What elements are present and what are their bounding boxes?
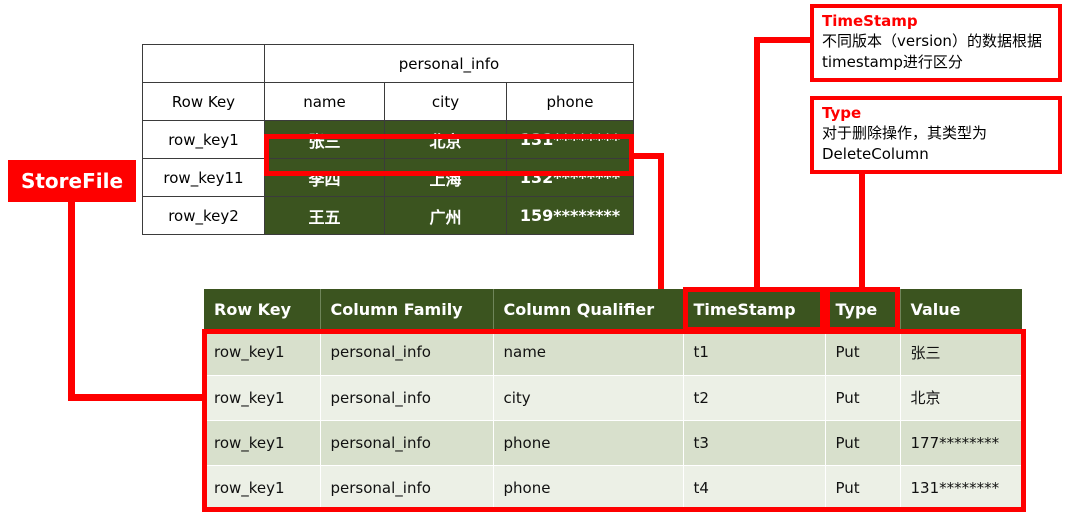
th-column-family: Column Family [320, 289, 494, 330]
table-row: row_key1 personal_info phone t4 Put 131*… [204, 465, 1022, 511]
cell-phone: 159******** [506, 196, 634, 235]
cell-city: 广州 [384, 196, 507, 235]
td-type: Put [825, 420, 901, 466]
td-value: 北京 [900, 375, 1022, 421]
td-column-qualifier: phone [493, 420, 684, 466]
td-row-key: row_key1 [204, 375, 321, 421]
th-row-key: Row Key [204, 289, 321, 330]
callout-type-title: Type [822, 104, 862, 122]
header-row-key: Row Key [142, 82, 265, 121]
td-type: Put [825, 330, 901, 376]
td-timestamp: t4 [683, 465, 826, 511]
callout-type-body: 对于删除操作，其类型为 DeleteColumn [822, 124, 988, 163]
td-column-family: personal_info [320, 330, 494, 376]
td-column-family: personal_info [320, 375, 494, 421]
column-family-header: personal_info [264, 44, 634, 83]
td-timestamp: t3 [683, 420, 826, 466]
th-type: Type [825, 289, 901, 330]
td-row-key: row_key1 [204, 330, 321, 376]
storefile-label: StoreFile [8, 160, 136, 202]
td-column-qualifier: phone [493, 465, 684, 511]
diagram-canvas: personal_info Row Key name city phone ro… [0, 0, 1070, 519]
td-type: Put [825, 465, 901, 511]
cell-city: 上海 [384, 158, 507, 197]
cell-city: 北京 [384, 120, 507, 159]
timestamp-connector-vertical [754, 37, 760, 293]
type-connector-vertical [859, 172, 865, 293]
th-timestamp: TimeStamp [683, 289, 826, 330]
header-name: name [264, 82, 385, 121]
callout-timestamp-body: 不同版本（version）的数据根据timestamp进行区分 [822, 32, 1042, 71]
storefile-connector-vertical [68, 202, 75, 401]
td-value: 177******** [900, 420, 1022, 466]
callout-timestamp: TimeStamp 不同版本（version）的数据根据timestamp进行区… [810, 4, 1062, 82]
td-row-key: row_key1 [204, 465, 321, 511]
table-row: row_key1 personal_info name t1 Put 张三 [204, 330, 1022, 376]
td-column-qualifier: name [493, 330, 684, 376]
storefile-table: Row Key Column Family Column Qualifier T… [204, 289, 1022, 511]
td-timestamp: t2 [683, 375, 826, 421]
cell-name: 王五 [264, 196, 385, 235]
td-value: 张三 [900, 330, 1022, 376]
header-phone: phone [506, 82, 634, 121]
th-column-qualifier: Column Qualifier [493, 289, 684, 330]
table-row: Row Key name city phone [142, 82, 634, 121]
th-value: Value [900, 289, 1022, 330]
row-link-connector-vertical [658, 153, 664, 293]
cell-row-key: row_key11 [142, 158, 265, 197]
cell-phone: 131******** [506, 120, 634, 159]
callout-type: Type 对于删除操作，其类型为 DeleteColumn [810, 96, 1062, 174]
table-row: personal_info [142, 44, 634, 83]
td-column-family: personal_info [320, 465, 494, 511]
td-row-key: row_key1 [204, 420, 321, 466]
cell-row-key: row_key1 [142, 120, 265, 159]
td-type: Put [825, 375, 901, 421]
table-row: row_key1 personal_info phone t3 Put 177*… [204, 420, 1022, 466]
table-row: row_key2 王五 广州 159******** [142, 196, 634, 235]
table-row: row_key11 李四 上海 132******** [142, 158, 634, 197]
table-row: row_key1 张三 北京 131******** [142, 120, 634, 159]
td-column-qualifier: city [493, 375, 684, 421]
timestamp-connector-horizontal [754, 37, 812, 43]
td-value: 131******** [900, 465, 1022, 511]
table-header-row: Row Key Column Family Column Qualifier T… [204, 289, 1022, 330]
td-timestamp: t1 [683, 330, 826, 376]
cell-name: 李四 [264, 158, 385, 197]
table-row: row_key1 personal_info city t2 Put 北京 [204, 375, 1022, 421]
callout-timestamp-title: TimeStamp [822, 12, 918, 30]
empty-corner-cell [142, 44, 265, 83]
logical-view-table: personal_info Row Key name city phone ro… [142, 44, 634, 235]
td-column-family: personal_info [320, 420, 494, 466]
header-city: city [384, 82, 507, 121]
cell-phone: 132******** [506, 158, 634, 197]
cell-name: 张三 [264, 120, 385, 159]
cell-row-key: row_key2 [142, 196, 265, 235]
storefile-connector-horizontal [68, 394, 208, 401]
